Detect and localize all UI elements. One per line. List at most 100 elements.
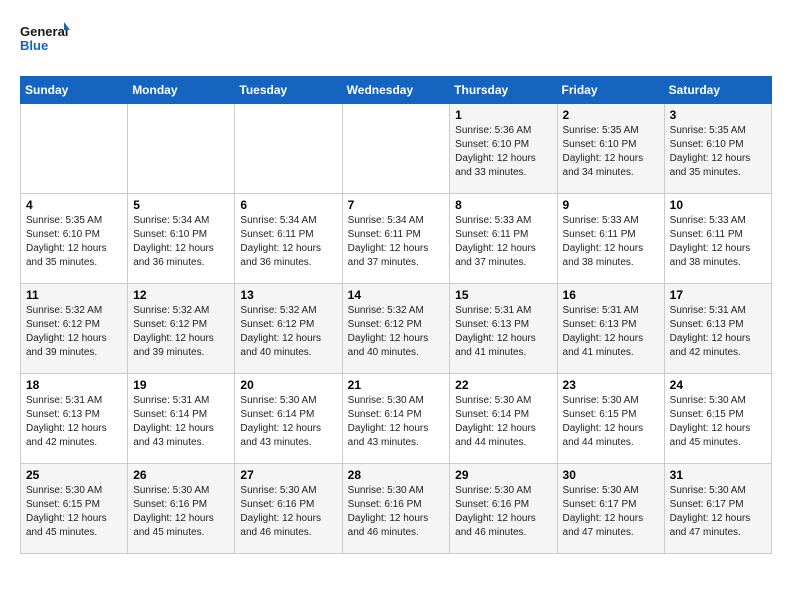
day-number: 25	[26, 468, 122, 482]
day-info: Sunrise: 5:35 AM Sunset: 6:10 PM Dayligh…	[26, 214, 122, 270]
day-number: 10	[670, 198, 766, 212]
day-number: 7	[348, 198, 445, 212]
calendar-cell: 31 Sunrise: 5:30 AM Sunset: 6:17 PM Dayli…	[664, 464, 771, 554]
calendar-cell: 16Sunrise: 5:31 AM Sunset: 6:13 PM Dayli…	[557, 284, 664, 374]
svg-text:General: General	[20, 24, 68, 39]
day-info: Sunrise: 5:32 AM Sunset: 6:12 PM Dayligh…	[348, 304, 445, 360]
calendar-cell: 27 Sunrise: 5:30 AM Sunset: 6:16 PM Dayli…	[235, 464, 342, 554]
calendar-week-row: 11 Sunrise: 5:32 AM Sunset: 6:12 PM Dayli…	[21, 284, 772, 374]
day-info: Sunrise: 5:32 AM Sunset: 6:12 PM Dayligh…	[133, 304, 229, 360]
day-number: 4	[26, 198, 122, 212]
calendar-cell	[342, 104, 450, 194]
day-info: Sunrise: 5:30 AM Sunset: 6:15 PM Dayligh…	[26, 484, 122, 540]
calendar-week-row: 4 Sunrise: 5:35 AM Sunset: 6:10 PM Daylig…	[21, 194, 772, 284]
day-info: Sunrise: 5:30 AM Sunset: 6:15 PM Dayligh…	[670, 394, 766, 450]
day-number: 9	[563, 198, 659, 212]
day-info: Sunrise: 5:31 AM Sunset: 6:13 PM Dayligh…	[26, 394, 122, 450]
day-info: Sunrise: 5:30 AM Sunset: 6:16 PM Dayligh…	[348, 484, 445, 540]
calendar-week-row: 18 Sunrise: 5:31 AM Sunset: 6:13 PM Dayli…	[21, 374, 772, 464]
day-number: 1	[455, 108, 551, 122]
calendar-cell: 15 Sunrise: 5:31 AM Sunset: 6:13 PM Dayli…	[450, 284, 557, 374]
day-number: 26	[133, 468, 229, 482]
day-info: Sunrise: 5:35 AM Sunset: 6:10 PM Dayligh…	[563, 124, 659, 180]
day-info: Sunrise: 5:30 AM Sunset: 6:17 PM Dayligh…	[563, 484, 659, 540]
day-number: 24	[670, 378, 766, 392]
calendar-cell: 19 Sunrise: 5:31 AM Sunset: 6:14 PM Dayli…	[128, 374, 235, 464]
day-info: Sunrise: 5:33 AM Sunset: 6:11 PM Dayligh…	[455, 214, 551, 270]
day-info: Sunrise: 5:30 AM Sunset: 6:14 PM Dayligh…	[455, 394, 551, 450]
day-number: 29	[455, 468, 551, 482]
day-info: Sunrise: 5:30 AM Sunset: 6:16 PM Dayligh…	[133, 484, 229, 540]
calendar-day-header: Friday	[557, 77, 664, 104]
day-info: Sunrise: 5:33 AM Sunset: 6:11 PM Dayligh…	[670, 214, 766, 270]
calendar-cell: 6 Sunrise: 5:34 AM Sunset: 6:11 PM Daylig…	[235, 194, 342, 284]
calendar-cell: 2 Sunrise: 5:35 AM Sunset: 6:10 PM Daylig…	[557, 104, 664, 194]
calendar-cell: 30Sunrise: 5:30 AM Sunset: 6:17 PM Dayli…	[557, 464, 664, 554]
day-number: 11	[26, 288, 122, 302]
day-info: Sunrise: 5:30 AM Sunset: 6:14 PM Dayligh…	[348, 394, 445, 450]
calendar-cell: 22 Sunrise: 5:30 AM Sunset: 6:14 PM Dayli…	[450, 374, 557, 464]
day-info: Sunrise: 5:32 AM Sunset: 6:12 PM Dayligh…	[240, 304, 336, 360]
calendar-cell: 25 Sunrise: 5:30 AM Sunset: 6:15 PM Dayli…	[21, 464, 128, 554]
calendar-day-header: Tuesday	[235, 77, 342, 104]
calendar-cell: 28 Sunrise: 5:30 AM Sunset: 6:16 PM Dayli…	[342, 464, 450, 554]
day-number: 21	[348, 378, 445, 392]
calendar-day-header: Monday	[128, 77, 235, 104]
calendar-cell: 8Sunrise: 5:33 AM Sunset: 6:11 PM Daylig…	[450, 194, 557, 284]
day-info: Sunrise: 5:36 AM Sunset: 6:10 PM Dayligh…	[455, 124, 551, 180]
day-number: 15	[455, 288, 551, 302]
day-info: Sunrise: 5:32 AM Sunset: 6:12 PM Dayligh…	[26, 304, 122, 360]
calendar-cell: 12 Sunrise: 5:32 AM Sunset: 6:12 PM Dayli…	[128, 284, 235, 374]
day-number: 2	[563, 108, 659, 122]
calendar-week-row: 25 Sunrise: 5:30 AM Sunset: 6:15 PM Dayli…	[21, 464, 772, 554]
calendar-cell: 1 Sunrise: 5:36 AM Sunset: 6:10 PM Daylig…	[450, 104, 557, 194]
day-number: 31	[670, 468, 766, 482]
calendar-day-header: Sunday	[21, 77, 128, 104]
page-header: General Blue	[20, 20, 772, 60]
calendar-day-header: Thursday	[450, 77, 557, 104]
calendar-day-header: Saturday	[664, 77, 771, 104]
calendar-week-row: 1 Sunrise: 5:36 AM Sunset: 6:10 PM Daylig…	[21, 104, 772, 194]
day-info: Sunrise: 5:34 AM Sunset: 6:10 PM Dayligh…	[133, 214, 229, 270]
calendar-cell: 5Sunrise: 5:34 AM Sunset: 6:10 PM Daylig…	[128, 194, 235, 284]
day-number: 19	[133, 378, 229, 392]
calendar-cell	[128, 104, 235, 194]
day-info: Sunrise: 5:31 AM Sunset: 6:14 PM Dayligh…	[133, 394, 229, 450]
logo-svg: General Blue	[20, 20, 70, 60]
day-info: Sunrise: 5:30 AM Sunset: 6:17 PM Dayligh…	[670, 484, 766, 540]
logo: General Blue	[20, 20, 70, 60]
calendar-table: SundayMondayTuesdayWednesdayThursdayFrid…	[20, 76, 772, 554]
calendar-cell: 23Sunrise: 5:30 AM Sunset: 6:15 PM Dayli…	[557, 374, 664, 464]
day-info: Sunrise: 5:30 AM Sunset: 6:14 PM Dayligh…	[240, 394, 336, 450]
calendar-cell: 14Sunrise: 5:32 AM Sunset: 6:12 PM Dayli…	[342, 284, 450, 374]
day-info: Sunrise: 5:34 AM Sunset: 6:11 PM Dayligh…	[240, 214, 336, 270]
calendar-cell: 7Sunrise: 5:34 AM Sunset: 6:11 PM Daylig…	[342, 194, 450, 284]
day-number: 13	[240, 288, 336, 302]
day-info: Sunrise: 5:31 AM Sunset: 6:13 PM Dayligh…	[455, 304, 551, 360]
day-number: 28	[348, 468, 445, 482]
calendar-cell	[21, 104, 128, 194]
day-info: Sunrise: 5:30 AM Sunset: 6:16 PM Dayligh…	[240, 484, 336, 540]
calendar-cell: 24 Sunrise: 5:30 AM Sunset: 6:15 PM Dayli…	[664, 374, 771, 464]
day-number: 17	[670, 288, 766, 302]
day-number: 22	[455, 378, 551, 392]
calendar-cell: 11 Sunrise: 5:32 AM Sunset: 6:12 PM Dayli…	[21, 284, 128, 374]
calendar-cell: 26 Sunrise: 5:30 AM Sunset: 6:16 PM Dayli…	[128, 464, 235, 554]
calendar-cell: 3Sunrise: 5:35 AM Sunset: 6:10 PM Daylig…	[664, 104, 771, 194]
svg-text:Blue: Blue	[20, 38, 48, 53]
day-number: 6	[240, 198, 336, 212]
day-number: 3	[670, 108, 766, 122]
calendar-header-row: SundayMondayTuesdayWednesdayThursdayFrid…	[21, 77, 772, 104]
day-info: Sunrise: 5:33 AM Sunset: 6:11 PM Dayligh…	[563, 214, 659, 270]
day-number: 18	[26, 378, 122, 392]
day-info: Sunrise: 5:30 AM Sunset: 6:15 PM Dayligh…	[563, 394, 659, 450]
calendar-cell: 9 Sunrise: 5:33 AM Sunset: 6:11 PM Daylig…	[557, 194, 664, 284]
day-info: Sunrise: 5:31 AM Sunset: 6:13 PM Dayligh…	[670, 304, 766, 360]
day-number: 12	[133, 288, 229, 302]
calendar-cell: 29Sunrise: 5:30 AM Sunset: 6:16 PM Dayli…	[450, 464, 557, 554]
day-number: 27	[240, 468, 336, 482]
calendar-cell: 17 Sunrise: 5:31 AM Sunset: 6:13 PM Dayli…	[664, 284, 771, 374]
calendar-cell: 18 Sunrise: 5:31 AM Sunset: 6:13 PM Dayli…	[21, 374, 128, 464]
calendar-cell: 21 Sunrise: 5:30 AM Sunset: 6:14 PM Dayli…	[342, 374, 450, 464]
calendar-cell: 10 Sunrise: 5:33 AM Sunset: 6:11 PM Dayli…	[664, 194, 771, 284]
